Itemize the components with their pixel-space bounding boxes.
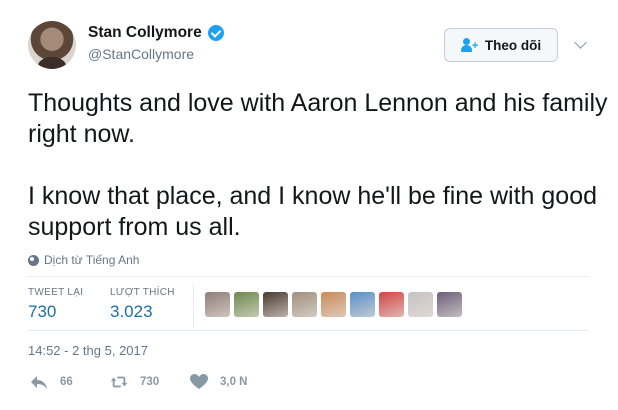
verified-badge-icon bbox=[207, 25, 224, 41]
reply-button[interactable]: 66 bbox=[30, 374, 73, 390]
globe-icon bbox=[28, 254, 39, 266]
retweet-stat-label: TWEET LẠI bbox=[28, 287, 84, 298]
reply-count: 66 bbox=[60, 376, 73, 388]
divider bbox=[28, 276, 588, 277]
retweet-count: 730 bbox=[140, 376, 160, 388]
liker-avatar[interactable] bbox=[408, 292, 433, 317]
liker-avatars bbox=[205, 292, 462, 317]
liker-avatar[interactable] bbox=[321, 292, 346, 317]
heart-icon bbox=[190, 374, 208, 389]
translate-label: Dịch từ Tiếng Anh bbox=[44, 253, 140, 267]
reply-icon bbox=[31, 376, 47, 389]
divider bbox=[28, 330, 588, 331]
tweet-text: Thoughts and love with Aaron Lennon and … bbox=[28, 88, 608, 243]
like-count: 3,0 N bbox=[220, 376, 248, 388]
tweet-paragraph: Thoughts and love with Aaron Lennon and … bbox=[28, 89, 608, 148]
retweet-button[interactable]: 730 bbox=[110, 374, 159, 390]
liker-avatar[interactable] bbox=[350, 292, 375, 317]
profile-avatar[interactable] bbox=[28, 21, 76, 69]
liker-avatar[interactable] bbox=[292, 292, 317, 317]
liker-avatar[interactable] bbox=[234, 292, 259, 317]
liker-avatar[interactable] bbox=[379, 292, 404, 317]
chevron-down-icon[interactable] bbox=[574, 36, 587, 49]
user-name[interactable]: Stan Collymore bbox=[88, 24, 224, 42]
retweet-stat-value[interactable]: 730 bbox=[28, 302, 56, 322]
tweet-timestamp[interactable]: 14:52 - 2 thg 5, 2017 bbox=[28, 343, 148, 358]
follow-button-label: Theo dõi bbox=[484, 37, 542, 53]
like-stat-value[interactable]: 3.023 bbox=[110, 302, 153, 322]
display-name-text: Stan Collymore bbox=[88, 24, 202, 41]
tweet-paragraph: I know that place, and I know he'll be f… bbox=[28, 182, 598, 241]
retweet-icon bbox=[110, 376, 128, 388]
translate-link[interactable]: Dịch từ Tiếng Anh bbox=[28, 253, 139, 267]
like-button[interactable]: 3,0 N bbox=[190, 374, 248, 390]
liker-avatar[interactable] bbox=[437, 292, 462, 317]
follow-button[interactable]: + Theo dõi bbox=[444, 28, 558, 62]
liker-avatar[interactable] bbox=[263, 292, 288, 317]
liker-avatar[interactable] bbox=[205, 292, 230, 317]
user-handle[interactable]: @StanCollymore bbox=[88, 46, 194, 62]
like-stat-label: LƯỢT THÍCH bbox=[110, 287, 175, 298]
follow-person-icon: + bbox=[460, 38, 479, 52]
stat-separator bbox=[193, 284, 194, 328]
